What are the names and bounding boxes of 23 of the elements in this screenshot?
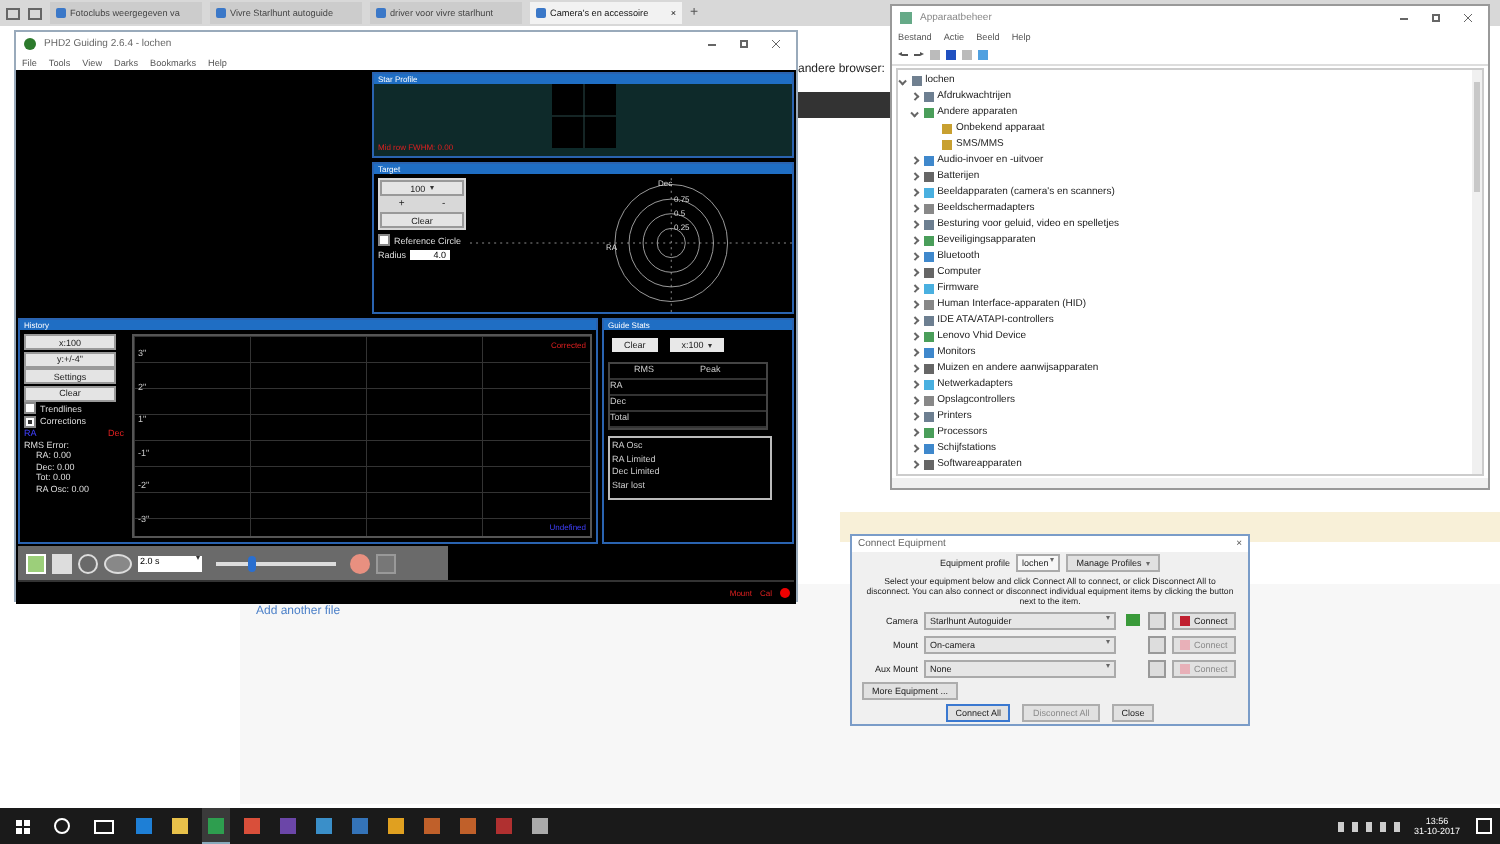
tabs-icon[interactable] <box>6 7 20 19</box>
forward-icon[interactable] <box>914 50 924 58</box>
star-profile-drawing <box>551 84 615 148</box>
task-view-icon[interactable] <box>94 819 114 833</box>
search-icon[interactable] <box>54 818 70 834</box>
minimize-icon[interactable] <box>708 40 716 46</box>
checkbox[interactable] <box>378 234 390 246</box>
checkbox[interactable] <box>24 402 36 414</box>
maximize-icon[interactable] <box>1432 13 1440 21</box>
maximize-icon[interactable] <box>740 39 748 47</box>
close-icon[interactable] <box>772 39 780 47</box>
notification-icon[interactable] <box>1476 818 1492 834</box>
page-header-bar <box>796 92 896 118</box>
minimize-icon[interactable] <box>1400 14 1408 20</box>
checkbox[interactable] <box>24 415 36 427</box>
start-icon[interactable] <box>16 819 30 833</box>
status-dot-icon <box>780 587 790 597</box>
slider-thumb[interactable] <box>248 555 256 571</box>
close-icon[interactable] <box>1464 13 1472 21</box>
scrollbar[interactable] <box>1472 70 1482 474</box>
computer-icon <box>900 11 912 23</box>
taskbar-app-icon[interactable] <box>202 808 230 844</box>
app-icon <box>24 37 36 49</box>
